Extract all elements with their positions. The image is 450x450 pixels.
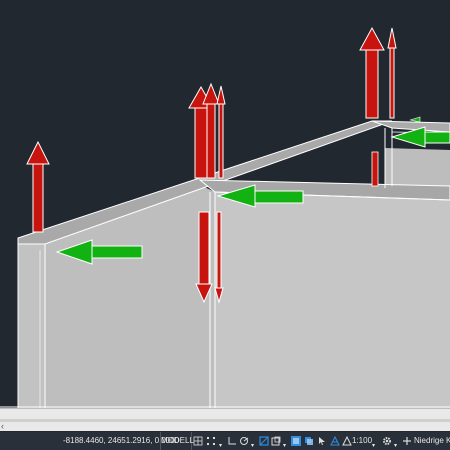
selection-cycling-icon[interactable]	[317, 436, 327, 446]
red-support-arrow	[195, 211, 224, 304]
right-wall-face	[215, 192, 450, 408]
left-inner-wall-face	[45, 185, 215, 408]
object-snap-tracking-icon[interactable]	[271, 436, 281, 446]
settings-gear-icon[interactable]	[382, 436, 392, 446]
red-load-arrow	[26, 140, 50, 233]
model-viewport[interactable]	[0, 0, 450, 408]
osnap-icon[interactable]	[259, 436, 269, 446]
plus-icon[interactable]	[402, 436, 412, 446]
polar-dropdown-icon[interactable]: ▾	[251, 436, 257, 449]
green-force-arrow	[409, 116, 421, 123]
autoscale-icon[interactable]	[342, 436, 352, 446]
red-load-arrow	[359, 26, 397, 119]
model-drawing	[0, 26, 450, 408]
polar-icon[interactable]	[239, 436, 249, 446]
snap-dropdown-icon[interactable]: ▾	[219, 436, 225, 449]
annotation-visibility-icon[interactable]	[330, 436, 340, 446]
command-line-prompt[interactable]: ‹	[1, 421, 4, 431]
left-wall-face	[18, 244, 45, 408]
back-top-beam	[371, 120, 450, 133]
scale-dropdown-icon[interactable]: ▾	[372, 436, 378, 449]
annotation-scale-selector[interactable]: 1:100	[352, 432, 372, 450]
ortho-icon[interactable]	[227, 436, 237, 446]
lineweight-icon[interactable]	[291, 436, 301, 446]
red-support-arrow	[371, 151, 379, 187]
status-bar: -8188.4460, 24651.2916, 0.0000 MODELL ▾ …	[0, 432, 450, 450]
red-load-arrow	[188, 82, 226, 179]
transparency-icon[interactable]	[304, 436, 314, 446]
strip-edge	[0, 419, 450, 422]
grid-icon[interactable]	[193, 436, 203, 446]
snap-icon[interactable]	[206, 436, 216, 446]
osnap-dropdown-icon[interactable]: ▾	[283, 436, 289, 449]
settings-dropdown-icon[interactable]: ▾	[394, 436, 400, 449]
model-space-button[interactable]: MODELL	[160, 432, 194, 450]
low-performance-label[interactable]: Niedrige Kor	[414, 432, 450, 450]
